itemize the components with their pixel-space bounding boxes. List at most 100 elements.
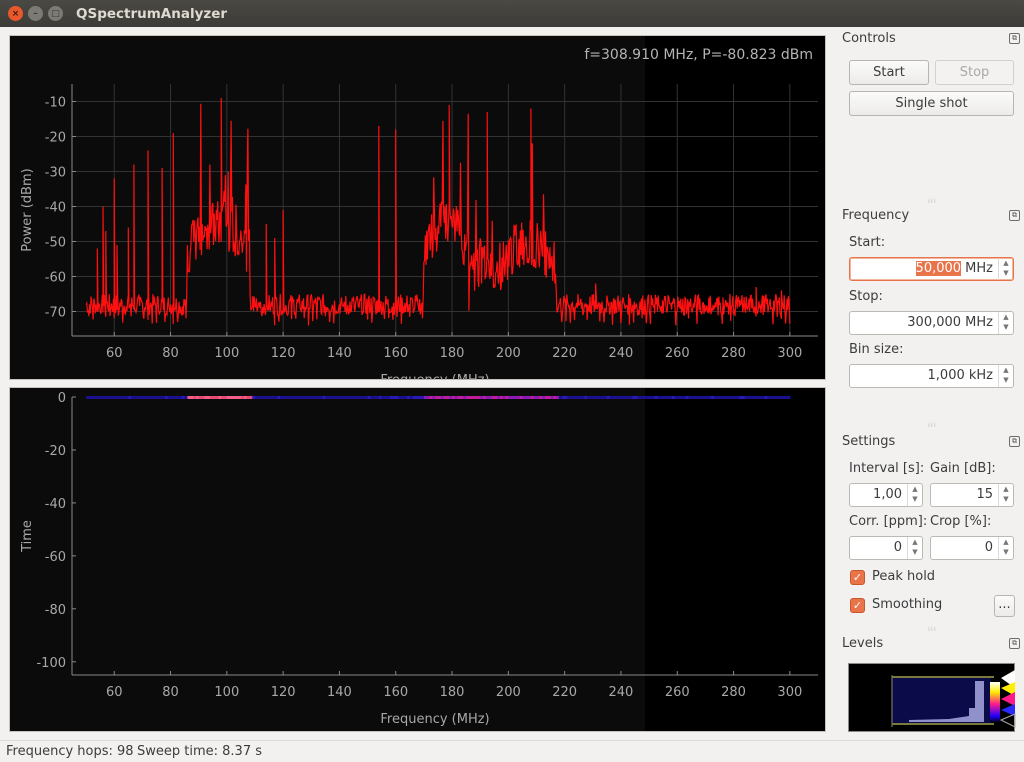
x-tick-label: 240 [609,346,634,361]
x-tick-label: 100 [214,685,239,700]
x-tick-label: 200 [496,346,521,361]
gradient-tick-blue[interactable] [1001,704,1015,716]
x-tick-label: 120 [271,346,296,361]
x-tick-label: 280 [721,346,746,361]
float-dock-icon[interactable]: ⧉ [1009,638,1020,649]
x-tick-label: 140 [327,685,352,700]
y-axis-label: Time [20,520,35,553]
controls-dock: Controls ⧉ Start Stop Single shot ⁞⁞⁞ [838,27,1024,205]
float-dock-icon[interactable]: ⧉ [1009,210,1020,221]
y-tick-label: -70 [45,306,66,321]
correction-label: Corr. [ppm]: [849,514,928,529]
gain-value: 15 [976,487,993,502]
y-tick-label: -30 [45,166,66,181]
spin-arrows-icon[interactable]: ▲ ▼ [907,484,922,506]
checkmark-icon: ✓ [852,571,863,584]
x-tick-label: 60 [106,685,123,700]
spectrum-line [85,97,791,326]
crop-label: Crop [%]: [930,514,992,529]
spin-arrows-icon[interactable]: ▲ ▼ [907,537,922,559]
x-tick-label: 180 [440,685,465,700]
bin-size-label: Bin size: [849,342,904,357]
settings-dock-title: Settings [842,434,896,449]
float-dock-icon[interactable]: ⧉ [1009,436,1020,447]
stop-button[interactable]: Stop [935,60,1014,85]
interval-label: Interval [s]: [849,461,925,476]
y-tick-label: -40 [45,497,66,512]
float-dock-icon[interactable]: ⧉ [1009,33,1020,44]
x-tick-label: 220 [552,685,577,700]
smoothing-options-button[interactable]: ... [994,595,1015,617]
x-tick-label: 80 [162,685,179,700]
x-tick-label: 260 [665,685,690,700]
stop-frequency-label: Stop: [849,289,883,304]
x-tick-label: 260 [665,346,690,361]
y-tick-label: -100 [36,656,66,671]
y-tick-label: -60 [45,550,66,565]
x-tick-label: 60 [106,346,123,361]
maximize-window-button[interactable]: □ [48,6,63,21]
crop-input[interactable]: 0 ▲ ▼ [930,536,1014,560]
spectrum-chart-svg: 60 80 100 120 140 160 180 200 220 240 260 280 300 -10… [20,84,818,381]
spin-arrows-icon[interactable]: ▲ ▼ [998,537,1013,559]
minimize-window-button[interactable]: – [28,6,43,21]
spin-arrows-icon[interactable]: ▲ ▼ [998,484,1013,506]
sidebar: Controls ⧉ Start Stop Single shot ⁞⁞⁞ Fr… [838,27,1024,740]
y-tick-label: -40 [45,201,66,216]
smoothing-label: Smoothing [872,597,943,612]
settings-dock: Settings ⧉ Interval [s]: Gain [dB]: 1,00… [838,430,1024,633]
crop-value: 0 [984,540,993,555]
y-tick-label: -60 [45,271,66,286]
maximize-icon: □ [51,8,60,19]
frequency-dock-title: Frequency [842,208,910,223]
x-tick-label: 200 [496,685,521,700]
plot-splitter[interactable] [9,380,826,387]
correction-input[interactable]: 0 ▲ ▼ [849,536,923,560]
x-tick-label: 80 [162,346,179,361]
start-button[interactable]: Start [849,60,929,85]
histogram-lut-svg [891,670,1016,728]
spectrum-plot[interactable]: 60 80 100 120 140 160 180 200 220 240 260 280 300 -10… [9,35,826,381]
smoothing-checkbox[interactable]: ✓ [850,598,865,613]
single-shot-button[interactable]: Single shot [849,91,1014,116]
spin-arrows-icon[interactable]: ▲ ▼ [998,365,1013,387]
interval-input[interactable]: 1,00 ▲ ▼ [849,483,923,507]
x-tick-label: 280 [721,685,746,700]
x-tick-label: 180 [440,346,465,361]
y-tick-label: 0 [58,391,66,406]
start-frequency-input[interactable]: 50,000 MHz ▲ ▼ [849,257,1014,281]
peak-hold-checkbox[interactable]: ✓ [850,570,865,585]
x-tick-label: 220 [552,346,577,361]
stop-frequency-input[interactable]: 300,000 MHz ▲ ▼ [849,311,1014,335]
dock-splitter[interactable] [826,35,838,732]
levels-histogram[interactable] [848,663,1016,732]
x-tick-label: 100 [214,346,239,361]
x-tick-label: 240 [609,685,634,700]
gradient-bar[interactable] [990,682,1000,722]
waterfall-chart-svg: 60 80 100 120 140 160 180 200 220 240 260 280 300 0 -2… [20,391,818,727]
spin-arrows-icon[interactable]: ▲ ▼ [998,258,1013,280]
waterfall-plot[interactable]: 60 80 100 120 140 160 180 200 220 240 260 280 300 0 -2… [9,387,826,732]
bin-size-input[interactable]: 1,000 kHz ▲ ▼ [849,364,1014,388]
dock-grip[interactable]: ⁞⁞⁞ [928,422,938,429]
spin-arrows-icon[interactable]: ▲ ▼ [998,312,1013,334]
gradient-tick-black[interactable] [999,713,1016,728]
y-axis-label: Power (dBm) [20,168,35,251]
gain-input[interactable]: 15 ▲ ▼ [930,483,1014,507]
interval-value: 1,00 [873,487,902,502]
sweep-time-status: Sweep time: 8.37 s [137,744,262,759]
close-window-button[interactable]: × [8,6,23,21]
gradient-tick-magenta[interactable] [1001,692,1015,706]
start-frequency-value: 50,000 [915,261,962,276]
controls-dock-title: Controls [842,31,896,46]
frequency-hops-status: Frequency hops: 98 [6,744,134,759]
x-tick-label: 160 [383,346,408,361]
frequency-dock: Frequency ⧉ Start: 50,000 MHz ▲ ▼ Stop: 3… [838,204,1024,429]
window-title: QSpectrumAnalyzer [76,5,228,22]
x-tick-label: 140 [327,346,352,361]
x-tick-label: 160 [383,685,408,700]
start-frequency-label: Start: [849,235,886,250]
y-tick-label: -20 [45,131,66,146]
gain-label: Gain [dB]: [930,461,996,476]
cursor-readout: f=308.910 MHz, P=-80.823 dBm [584,47,813,63]
